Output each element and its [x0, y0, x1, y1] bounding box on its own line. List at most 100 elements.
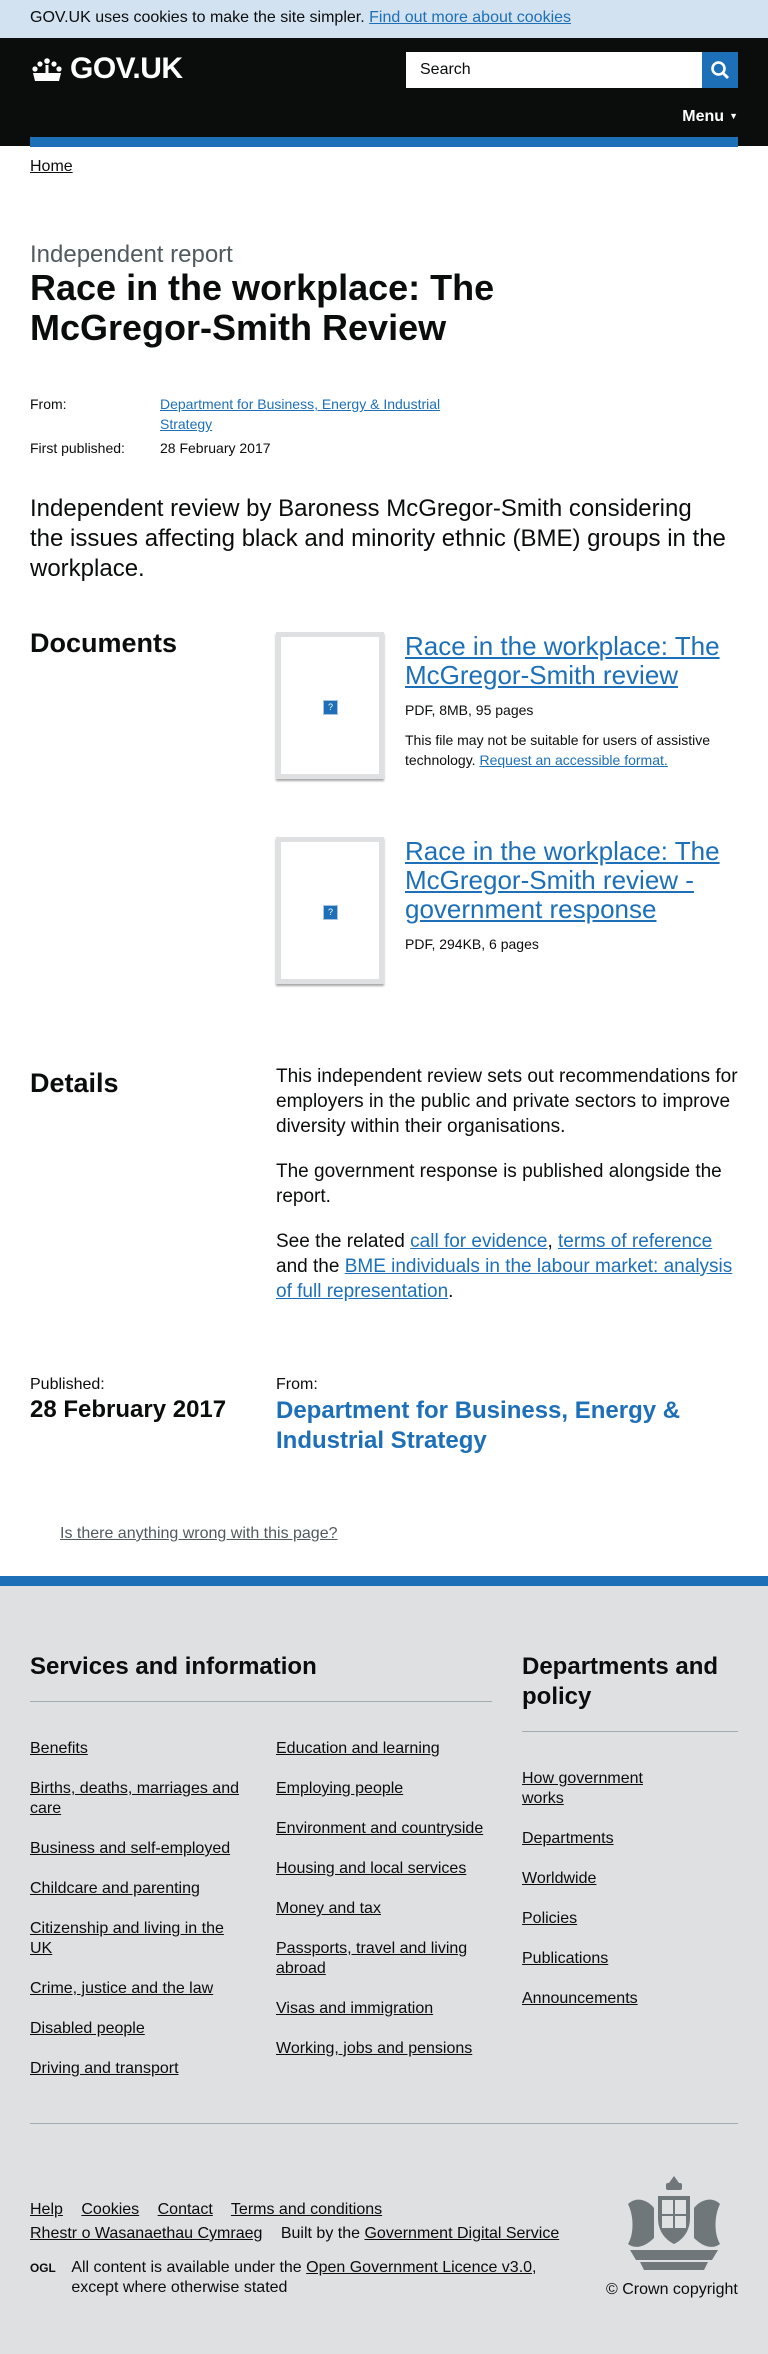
page-summary: Independent review by Baroness McGregor-… — [30, 495, 726, 582]
details-paragraph: See the related call for evidence, terms… — [276, 1229, 738, 1304]
document-thumbnail[interactable]: ? — [276, 632, 384, 779]
footer-link[interactable]: Disabled people — [30, 2020, 145, 2037]
footer-welsh-link[interactable]: Rhestr o Wasanaethau Cymraeg — [30, 2225, 262, 2242]
first-published-value: 28 February 2017 — [160, 440, 271, 456]
footer-link[interactable]: Housing and local services — [276, 1860, 466, 1877]
footer-link[interactable]: Citizenship and living in the UK — [30, 1920, 224, 1957]
cookie-message: GOV.UK uses cookies to make the site sim… — [30, 9, 365, 26]
footer-link[interactable]: Working, jobs and pensions — [276, 2040, 472, 2057]
footer-link[interactable]: Crime, justice and the law — [30, 1980, 213, 1997]
footer-meta-links: Help Cookies Contact Terms and condition… — [30, 2198, 573, 2246]
document-info: Race in the workplace: The McGregor-Smit… — [405, 836, 735, 953]
menu-button[interactable]: Menu ▼ — [682, 108, 738, 126]
footer-link[interactable]: Business and self-employed — [30, 1840, 230, 1857]
services-list-col1: Benefits Births, deaths, marriages and c… — [30, 1739, 250, 2099]
cookie-banner: GOV.UK uses cookies to make the site sim… — [0, 0, 768, 38]
footer-link[interactable]: Publications — [522, 1950, 608, 1967]
gds-link[interactable]: Government Digital Service — [364, 2225, 559, 2242]
bme-analysis-link[interactable]: BME individuals in the labour market: an… — [276, 1256, 732, 1302]
footer-help-link[interactable]: Help — [30, 2201, 63, 2218]
footer-link[interactable]: Births, deaths, marriages and care — [30, 1780, 239, 1817]
footer-divider — [30, 2123, 738, 2124]
document-info: Race in the workplace: The McGregor-Smit… — [405, 632, 735, 770]
accessibility-note: This file may not be suitable for users … — [405, 730, 735, 770]
footer-link[interactable]: Environment and countryside — [276, 1820, 483, 1837]
footer-link[interactable]: Announcements — [522, 1990, 638, 2007]
licence-block: OGL All content is available under the O… — [30, 2258, 550, 2298]
page-metadata: From: Department for Business, Energy & … — [30, 394, 460, 458]
document-thumbnail[interactable]: ? — [276, 837, 384, 984]
header-accent-bar — [30, 137, 738, 147]
details-paragraph: The government response is published alo… — [276, 1161, 722, 1207]
govuk-logo-link[interactable]: GOV.UK — [30, 52, 183, 86]
crown-icon — [32, 58, 62, 81]
published-date: 28 February 2017 — [30, 1396, 227, 1423]
ogl-logo-text: OGL — [30, 2261, 56, 2275]
report-problem-link[interactable]: Is there anything wrong with this page? — [60, 1525, 338, 1543]
cookie-info-link[interactable]: Find out more about cookies — [369, 9, 571, 26]
footer-link[interactable]: How government works — [522, 1770, 643, 1807]
image-placeholder-icon: ? — [323, 700, 338, 715]
footer-terms-link[interactable]: Terms and conditions — [231, 2201, 382, 2218]
ogl-link[interactable]: Open Government Licence v3.0 — [306, 2259, 532, 2276]
document-item: ? Race in the workplace: The McGregor-Sm… — [276, 632, 736, 782]
footer-link[interactable]: Childcare and parenting — [30, 1880, 200, 1897]
documents-heading: Documents — [30, 628, 178, 658]
details-text: and the — [276, 1256, 340, 1277]
departments-list: How government works Departments Worldwi… — [522, 1769, 662, 2029]
document-metadata: PDF, 294KB, 6 pages — [405, 936, 539, 952]
details-text: See the related — [276, 1231, 405, 1252]
footer-divider — [30, 1701, 492, 1702]
footer-link[interactable]: Employing people — [276, 1780, 403, 1797]
footer-link[interactable]: Money and tax — [276, 1900, 381, 1917]
footer-link[interactable]: Driving and transport — [30, 2060, 179, 2077]
published-from-label: From: — [276, 1376, 318, 1393]
details-text: , — [547, 1231, 553, 1252]
document-metadata: PDF, 8MB, 95 pages — [405, 702, 534, 718]
image-placeholder-icon: ? — [323, 905, 338, 920]
details-paragraph: This independent review sets out recomme… — [276, 1066, 738, 1137]
first-published-label: First published: — [30, 440, 125, 456]
services-list-col2: Education and learning Employing people … — [276, 1739, 496, 2079]
published-label: Published: — [30, 1376, 105, 1393]
details-heading: Details — [30, 1068, 119, 1098]
search-icon — [711, 61, 729, 79]
crown-copyright: © Crown copyright — [606, 2281, 738, 2298]
footer-cookies-link[interactable]: Cookies — [81, 2201, 139, 2218]
site-header: GOV.UK Menu ▼ — [0, 38, 768, 146]
departments-heading: Departments and policy — [522, 1653, 719, 1710]
footer-divider — [522, 1731, 738, 1732]
ogl-logo-icon: OGL — [30, 2261, 56, 2275]
menu-label: Menu — [682, 108, 725, 125]
terms-of-reference-link[interactable]: terms of reference — [558, 1231, 712, 1252]
search-button[interactable] — [702, 52, 738, 88]
document-title-link[interactable]: Race in the workplace: The McGregor-Smit… — [405, 836, 720, 924]
site-footer: Services and information Benefits Births… — [0, 1576, 768, 2354]
document-title-link[interactable]: Race in the workplace: The McGregor-Smit… — [405, 631, 720, 690]
licence-prefix: All content is available under the — [71, 2259, 302, 2276]
request-accessible-format-link[interactable]: Request an accessible format. — [479, 752, 667, 768]
footer-link[interactable]: Passports, travel and living abroad — [276, 1940, 467, 1977]
caret-down-icon: ▼ — [729, 111, 738, 121]
from-organisation-link[interactable]: Department for Business, Energy & Indust… — [160, 394, 460, 434]
search-input[interactable] — [406, 52, 702, 88]
cookie-banner-text: GOV.UK uses cookies to make the site sim… — [30, 9, 571, 27]
footer-contact-link[interactable]: Contact — [158, 2201, 213, 2218]
breadcrumb-home-link[interactable]: Home — [30, 158, 73, 175]
document-item: ? Race in the workplace: The McGregor-Sm… — [276, 837, 736, 987]
details-text: . — [448, 1281, 454, 1302]
footer-link[interactable]: Departments — [522, 1830, 614, 1847]
footer-link[interactable]: Policies — [522, 1910, 577, 1927]
footer-link[interactable]: Education and learning — [276, 1740, 440, 1757]
footer-link[interactable]: Worldwide — [522, 1870, 596, 1887]
page-caption: Independent report — [30, 241, 233, 268]
royal-coat-of-arms-icon — [628, 2176, 720, 2270]
licence-text: All content is available under the Open … — [71, 2258, 550, 2298]
published-organisation-link[interactable]: Department for Business, Energy & Indust… — [276, 1396, 696, 1456]
details-body: This independent review sets out recomme… — [276, 1064, 738, 1324]
services-heading: Services and information — [30, 1653, 317, 1680]
footer-link[interactable]: Benefits — [30, 1740, 88, 1757]
footer-link[interactable]: Visas and immigration — [276, 2000, 433, 2017]
from-label: From: — [30, 396, 67, 412]
call-for-evidence-link[interactable]: call for evidence — [410, 1231, 547, 1252]
